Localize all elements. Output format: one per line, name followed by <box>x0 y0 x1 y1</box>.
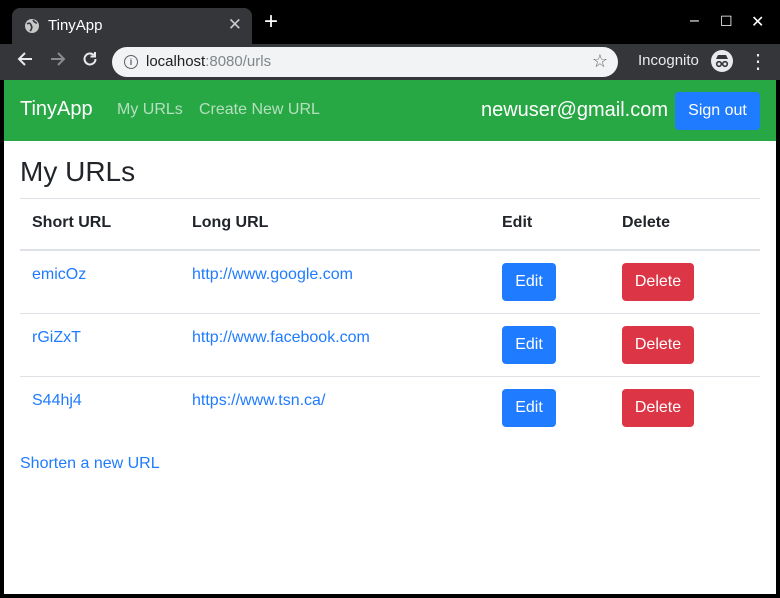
header-delete: Delete <box>622 214 671 231</box>
long-url-link[interactable]: http://www.facebook.com <box>192 329 370 347</box>
new-tab-button[interactable]: + <box>264 10 278 34</box>
site-navbar: TinyApp My URLs Create New URL newuser@g… <box>4 80 776 141</box>
browser-window: TinyApp ✕ + – ☐ ✕ i localhost:8080/urls … <box>0 0 780 598</box>
page-title: My URLs <box>20 156 136 187</box>
incognito-label: Incognito <box>638 52 699 69</box>
forward-icon[interactable] <box>49 50 67 73</box>
delete-button[interactable]: Delete <box>622 326 694 364</box>
shorten-new-url-link[interactable]: Shorten a new URL <box>20 455 160 473</box>
long-url-link[interactable]: https://www.tsn.ca/ <box>192 392 325 410</box>
address-bar[interactable]: i localhost:8080/urls ☆ <box>112 47 618 77</box>
table-row: rGiZxT http://www.facebook.com Edit Dele… <box>20 314 760 377</box>
header-long-url: Long URL <box>192 214 269 231</box>
user-email: newuser@gmail.com <box>480 99 668 121</box>
table-row: emicOz http://www.google.com Edit Delete <box>20 251 760 314</box>
urls-table: Short URL Long URL Edit Delete emicOz ht… <box>20 198 760 439</box>
edit-button[interactable]: Edit <box>502 326 556 364</box>
info-icon[interactable]: i <box>124 55 138 69</box>
url-text: localhost:8080/urls <box>146 53 272 70</box>
edit-button[interactable]: Edit <box>502 263 556 301</box>
table-row: S44hj4 https://www.tsn.ca/ Edit Delete <box>20 377 760 439</box>
nav-create-new-url[interactable]: Create New URL <box>199 101 320 119</box>
sign-out-button[interactable]: Sign out <box>675 92 760 130</box>
nav-my-urls[interactable]: My URLs <box>117 101 183 119</box>
globe-icon <box>24 18 40 34</box>
short-url-link[interactable]: S44hj4 <box>32 392 82 410</box>
tab-title: TinyApp <box>48 17 103 34</box>
close-window-icon[interactable]: ✕ <box>751 12 764 32</box>
browser-toolbar: i localhost:8080/urls ☆ Incognito ⋮ <box>0 44 780 80</box>
long-url-link[interactable]: http://www.google.com <box>192 266 353 284</box>
edit-button[interactable]: Edit <box>502 389 556 427</box>
reload-icon[interactable] <box>81 50 99 73</box>
delete-button[interactable]: Delete <box>622 263 694 301</box>
title-bar: TinyApp ✕ + – ☐ ✕ <box>0 0 780 44</box>
incognito-icon[interactable] <box>711 50 733 72</box>
browser-tab[interactable]: TinyApp ✕ <box>12 8 252 44</box>
back-icon[interactable] <box>16 50 34 73</box>
short-url-link[interactable]: emicOz <box>32 266 86 284</box>
header-edit: Edit <box>502 214 533 231</box>
short-url-link[interactable]: rGiZxT <box>32 329 81 347</box>
brand[interactable]: TinyApp <box>20 98 93 121</box>
maximize-icon[interactable]: ☐ <box>720 13 733 30</box>
delete-button[interactable]: Delete <box>622 389 694 427</box>
header-short-url: Short URL <box>32 214 112 231</box>
close-tab-icon[interactable]: ✕ <box>228 15 242 35</box>
table-header: Short URL Long URL Edit Delete <box>20 198 760 251</box>
bookmark-star-icon[interactable]: ☆ <box>592 51 608 72</box>
menu-icon[interactable]: ⋮ <box>748 49 768 74</box>
page-content: TinyApp My URLs Create New URL newuser@g… <box>4 80 776 594</box>
minimize-icon[interactable]: – <box>690 12 699 30</box>
